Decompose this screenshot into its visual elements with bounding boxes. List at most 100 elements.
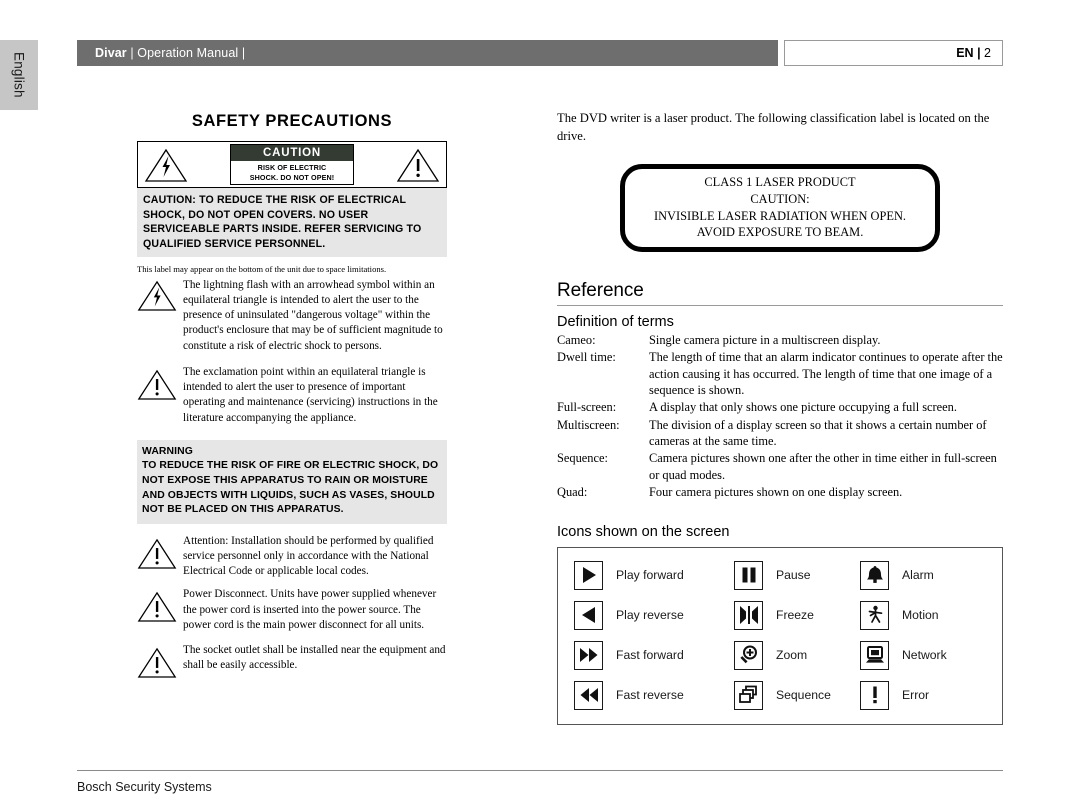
- freeze-icon: [734, 600, 763, 630]
- term-row: Full-screen: A display that only shows on…: [557, 399, 1003, 416]
- lightning-bolt-triangle-icon: [137, 277, 183, 317]
- term-row: Sequence: Camera pictures shown one after…: [557, 450, 1003, 484]
- play-forward-icon: [574, 560, 603, 590]
- icon-legend-label: Sequence: [776, 688, 831, 702]
- caution-badge-line1: RISK OF ELECTRIC: [257, 163, 327, 173]
- play-reverse-icon: [574, 600, 603, 630]
- exclamation-triangle-icon: [137, 586, 183, 628]
- icon-legend-item: Fast forward: [574, 640, 734, 670]
- term-row: Multiscreen: The division of a display sc…: [557, 417, 1003, 451]
- term-name: Sequence:: [557, 451, 608, 466]
- icons-table: Play forward Pause Alarm Play reverse Freeze…: [557, 546, 1003, 725]
- network-icon: [860, 640, 889, 670]
- term-row: Quad: Four camera pictures shown on one d…: [557, 484, 1003, 501]
- term-definition: A display that only shows one picture oc…: [649, 400, 957, 415]
- icon-legend-item: Sequence: [734, 680, 860, 710]
- warning-heading: WARNING: [142, 445, 193, 457]
- icon-legend-label: Network: [902, 648, 947, 662]
- laser-line-2: CAUTION:: [750, 192, 810, 207]
- safety-precautions-title: SAFETY PRECAUTIONS: [191, 112, 393, 130]
- reference-column: The DVD writer is a laser product. The f…: [557, 110, 1003, 725]
- power-disconnect-text: Power Disconnect. Units have power suppl…: [183, 588, 437, 631]
- icon-legend-label: Fast reverse: [616, 688, 684, 702]
- fast-reverse-icon: [574, 680, 603, 710]
- exclamation-triangle-icon: [137, 533, 183, 575]
- warning-text: TO REDUCE THE RISK OF FIRE OR ELECTRIC S…: [142, 460, 439, 516]
- page-footer: Bosch Security Systems: [77, 770, 1003, 794]
- icon-legend-label: Play forward: [616, 568, 684, 582]
- term-definition: The length of time that an alarm indicat…: [649, 350, 1003, 397]
- laser-classification-label: CLASS 1 LASER PRODUCT CAUTION: INVISIBLE…: [620, 163, 940, 252]
- header-page-label: EN | 2: [956, 46, 991, 60]
- term-definition: Camera pictures shown one after the othe…: [649, 451, 997, 482]
- label-placement-note: This label may appear on the bottom of t…: [137, 264, 387, 275]
- icon-legend-item: Pause: [734, 560, 860, 590]
- icon-legend-label: Fast forward: [616, 648, 684, 662]
- term-name: Quad:: [557, 485, 588, 500]
- laser-line-1: CLASS 1 LASER PRODUCT: [704, 175, 856, 190]
- laser-intro-paragraph: The DVD writer is a laser product. The f…: [557, 111, 990, 143]
- caution-symbol-box: CAUTION RISK OF ELECTRIC SHOCK. DO NOT O…: [137, 141, 447, 188]
- lightning-bolt-triangle-icon: [144, 147, 188, 183]
- icon-legend-item: Play reverse: [574, 600, 734, 630]
- definition-of-terms-title: Definition of terms: [557, 313, 674, 330]
- caution-badge-text: RISK OF ELECTRIC SHOCK. DO NOT OPEN!: [231, 161, 353, 185]
- icon-legend-label: Pause: [776, 568, 811, 582]
- laser-label-wrapper: CLASS 1 LASER PRODUCT CAUTION: INVISIBLE…: [557, 163, 1003, 252]
- icon-legend-item: Zoom: [734, 640, 860, 670]
- caution-badge: CAUTION RISK OF ELECTRIC SHOCK. DO NOT O…: [230, 143, 354, 186]
- term-name: Full-screen:: [557, 400, 617, 415]
- exclamation-triangle-icon: [137, 642, 183, 684]
- exclamation-triangle-icon: [137, 364, 183, 406]
- terms-table: Cameo: Single camera picture in a multisc…: [557, 332, 1003, 502]
- laser-line-4: AVOID EXPOSURE TO BEAM.: [696, 225, 864, 240]
- icons-shown-title: Icons shown on the screen: [557, 523, 730, 540]
- icon-legend-item: Fast reverse: [574, 680, 734, 710]
- icon-legend-item: Network: [860, 640, 992, 670]
- pause-icon: [734, 560, 763, 590]
- caution-badge-title: CAUTION: [231, 144, 353, 162]
- section-divider: [557, 304, 1003, 306]
- fast-forward-icon: [574, 640, 603, 670]
- page-header: Divar | Operation Manual | EN | 2: [77, 40, 1003, 66]
- footer-divider: [77, 770, 1003, 771]
- lightning-symbol-text: The lightning flash with an arrowhead sy…: [183, 278, 443, 352]
- term-row: Dwell time: The length of time that an al…: [557, 349, 1003, 399]
- term-definition: Four camera pictures shown on one displa…: [649, 485, 903, 500]
- caution-body-text: CAUTION: TO REDUCE THE RISK OF ELECTRICA…: [137, 188, 447, 258]
- exclamation-triangle-icon: [396, 147, 440, 183]
- footer-company: Bosch Security Systems: [77, 780, 212, 794]
- exclamation-symbol-text: The exclamation point within an equilate…: [183, 365, 438, 424]
- icon-legend-label: Zoom: [776, 648, 808, 662]
- power-disconnect-row: Power Disconnect. Units have power suppl…: [137, 586, 447, 633]
- term-row: Cameo: Single camera picture in a multisc…: [557, 332, 1003, 349]
- icon-legend-item: Motion: [860, 600, 992, 630]
- icon-legend-item: Error: [860, 680, 992, 710]
- caution-badge-line2: SHOCK. DO NOT OPEN!: [249, 172, 335, 182]
- icon-legend-label: Freeze: [776, 608, 814, 622]
- laser-line-3: INVISIBLE LASER RADIATION WHEN OPEN.: [653, 208, 907, 223]
- term-name: Dwell time:: [557, 350, 616, 365]
- error-icon: [860, 680, 889, 710]
- language-tab: English: [0, 40, 38, 110]
- attention-row: Attention: Installation should be perfor…: [137, 533, 447, 580]
- icon-legend-label: Alarm: [902, 568, 934, 582]
- icon-legend-label: Play reverse: [616, 608, 684, 622]
- motion-icon: [860, 600, 889, 630]
- icon-legend-item: Freeze: [734, 600, 860, 630]
- attention-text: Attention: Installation should be perfor…: [183, 534, 434, 578]
- reference-section-title: Reference: [557, 279, 644, 301]
- icon-legend-item: Play forward: [574, 560, 734, 590]
- zoom-icon: [734, 640, 763, 670]
- icon-legend-label: Motion: [902, 608, 939, 622]
- term-definition: Single camera picture in a multiscreen d…: [649, 332, 881, 347]
- term-name: Multiscreen:: [557, 417, 620, 432]
- exclamation-symbol-row: The exclamation point within an equilate…: [137, 364, 447, 426]
- term-definition: The division of a display screen so that…: [649, 417, 987, 448]
- safety-precautions-column: SAFETY PRECAUTIONS CAUTION RISK OF ELECT…: [137, 112, 447, 684]
- lightning-symbol-row: The lightning flash with an arrowhead sy…: [137, 277, 447, 354]
- alarm-bell-icon: [860, 560, 889, 590]
- header-title: Divar | Operation Manual |: [95, 46, 246, 60]
- header-title-bar: Divar | Operation Manual |: [77, 40, 778, 66]
- socket-outlet-text: The socket outlet shall be installed nea…: [183, 644, 446, 672]
